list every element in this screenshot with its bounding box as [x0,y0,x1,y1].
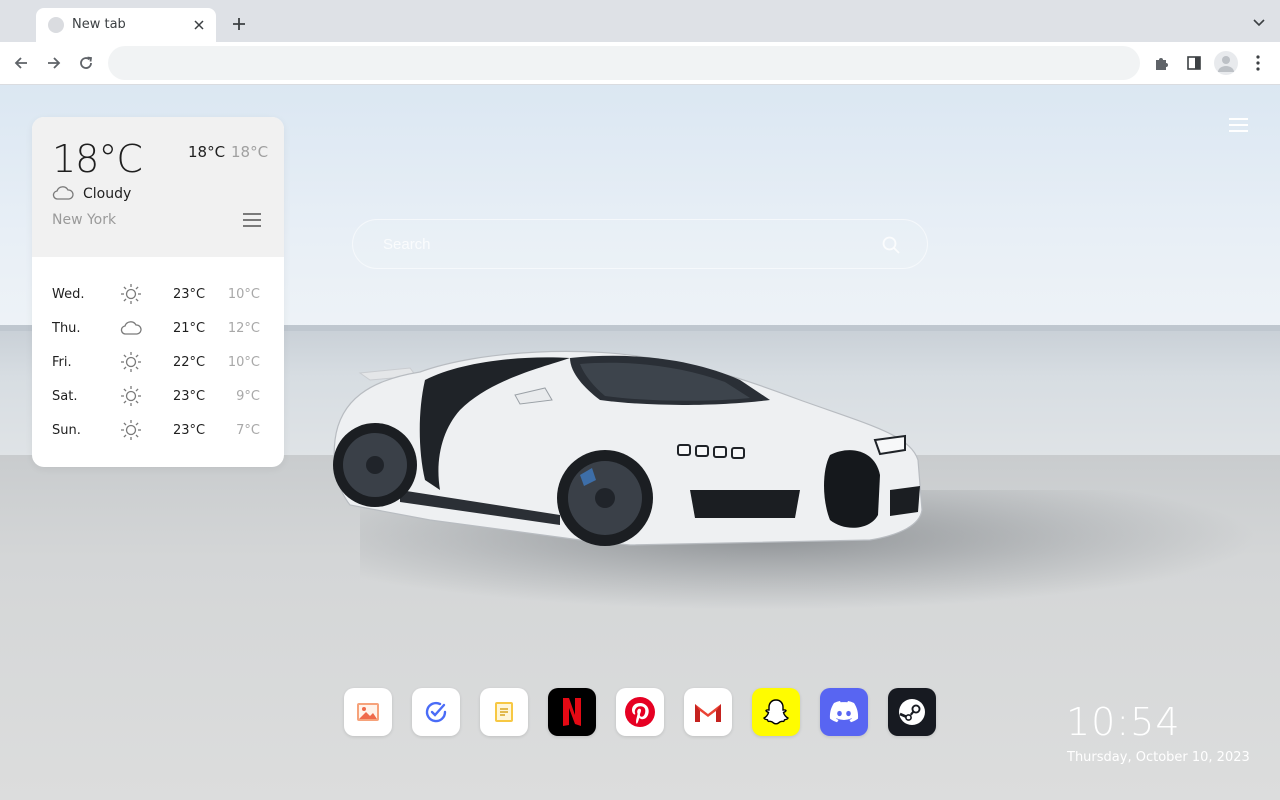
app-notes[interactable] [480,688,528,736]
sun-icon [121,352,141,372]
sun-icon [121,420,141,440]
forward-button[interactable] [43,52,65,74]
current-temperature: 18°C [52,137,143,181]
forecast-row: Sat. 23°C 9°C [32,379,284,413]
weather-widget[interactable]: 18°C 18°C 18°C Cloudy New York Wed. 23°C… [32,117,284,467]
new-tab-button[interactable] [228,13,250,35]
app-snapchat[interactable] [752,688,800,736]
forecast-day: Fri. [52,355,72,370]
close-icon [194,20,204,30]
menu-line [1229,130,1248,132]
discord-icon [829,701,859,723]
cloud-icon [52,186,74,200]
forecast-high: 22°C [173,355,206,370]
gmail-icon [695,704,721,722]
tab-favicon-icon [48,17,64,33]
image-icon [357,703,379,721]
pinterest-icon [625,697,655,727]
clock-time: 10:54 [1066,700,1181,744]
forecast-high: 21°C [173,321,206,336]
weather-city: New York [52,212,117,228]
tab-title: New tab [72,17,126,32]
forecast-day: Wed. [52,287,85,302]
back-button[interactable] [10,52,32,74]
more-vert-icon [1256,55,1260,71]
menu-line [243,219,261,221]
app-pinterest[interactable] [616,688,664,736]
profile-avatar[interactable] [1214,51,1238,75]
clock-date: Thursday, October 10, 2023 [1067,750,1250,765]
steam-icon [899,699,925,725]
app-discord[interactable] [820,688,868,736]
person-icon [1218,56,1234,72]
menu-line [1229,124,1248,126]
search-icon[interactable] [881,235,901,255]
browser-menu-button[interactable] [1247,52,1269,74]
search-input[interactable] [383,220,863,268]
tab-search-button[interactable] [1252,15,1268,31]
side-panel-icon [1187,56,1201,70]
menu-line [243,213,261,215]
today-high: 18°C [188,143,226,161]
tab-strip: New tab [0,0,1280,42]
snapchat-icon [763,699,789,725]
forecast-row: Wed. 23°C 10°C [32,277,284,311]
forecast-low: 9°C [236,389,260,404]
page-menu-button[interactable] [1229,118,1249,134]
weather-menu-button[interactable] [243,213,263,229]
app-photos[interactable] [344,688,392,736]
sun-icon [121,386,141,406]
weather-forecast: Wed. 23°C 10°C Thu. 21°C 12°C Fri. 22°C … [32,277,284,447]
app-gmail[interactable] [684,688,732,736]
weather-current: 18°C 18°C 18°C Cloudy New York [32,117,284,257]
tab-close-button[interactable] [190,16,208,34]
weather-condition: Cloudy [83,186,132,202]
car-illustration [333,350,923,546]
forecast-row: Thu. 21°C 12°C [32,311,284,345]
netflix-icon [563,698,581,726]
forecast-low: 7°C [236,423,260,438]
cloud-icon [120,321,142,335]
browser-toolbar [0,42,1280,85]
search-box[interactable] [352,219,928,269]
sun-icon [121,284,141,304]
reload-button[interactable] [75,52,97,74]
app-dock [344,688,936,736]
new-tab-page: 18°C 18°C 18°C Cloudy New York Wed. 23°C… [0,85,1280,800]
forecast-low: 12°C [227,321,260,336]
today-low: 18°C [231,143,269,161]
forecast-high: 23°C [173,389,206,404]
forecast-day: Sun. [52,423,81,438]
note-icon [495,702,513,722]
app-netflix[interactable] [548,688,596,736]
forecast-day: Sat. [52,389,78,404]
arrow-left-icon [14,57,27,69]
plus-icon [233,18,245,30]
forecast-day: Thu. [52,321,81,336]
arrow-right-icon [48,57,61,69]
check-circle-icon [425,701,447,723]
forecast-low: 10°C [227,355,260,370]
forecast-row: Fri. 22°C 10°C [32,345,284,379]
forecast-row: Sun. 23°C 7°C [32,413,284,447]
reload-icon [80,56,93,69]
tab-new-tab[interactable]: New tab [36,8,216,42]
forecast-high: 23°C [173,287,206,302]
extensions-button[interactable] [1151,52,1173,74]
app-steam[interactable] [888,688,936,736]
forecast-low: 10°C [227,287,260,302]
menu-line [1229,118,1248,120]
app-tasks[interactable] [412,688,460,736]
chevron-down-icon [1253,19,1265,27]
address-input[interactable] [108,46,1140,80]
side-panel-button[interactable] [1183,52,1205,74]
forecast-high: 23°C [173,423,206,438]
puzzle-icon [1156,58,1168,70]
menu-line [243,225,261,227]
address-bar[interactable] [108,46,1140,80]
